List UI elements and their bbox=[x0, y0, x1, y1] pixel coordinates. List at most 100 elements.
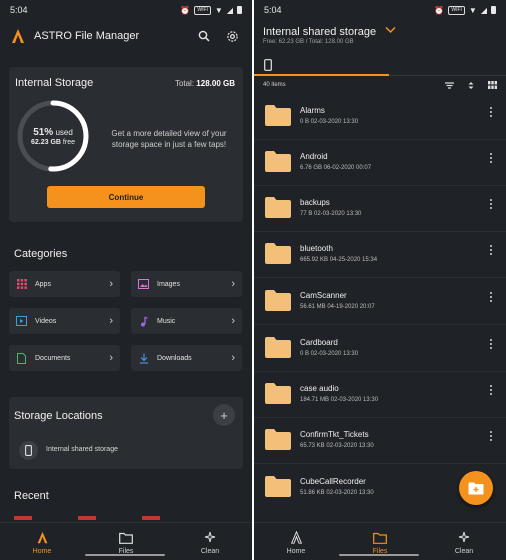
file-row[interactable]: bluetooth 665.92 KB 04-25-2020 15:34 bbox=[254, 232, 506, 278]
file-name: Android bbox=[300, 152, 328, 161]
category-downloads[interactable]: Downloads › bbox=[131, 345, 242, 371]
astro-home-icon bbox=[36, 531, 49, 545]
alarm-icon: ⏰ bbox=[434, 5, 445, 15]
search-icon[interactable] bbox=[194, 26, 214, 46]
battery-icon bbox=[237, 6, 242, 14]
file-name: backups bbox=[300, 198, 330, 207]
free-space: 62.23 GB free bbox=[15, 139, 91, 146]
home-screen: 5:04 ⏰ WIFI ▼ ◢ ASTRO File Manager Inter… bbox=[0, 0, 252, 560]
recent-thumbnail[interactable] bbox=[14, 516, 32, 520]
download-icon bbox=[138, 353, 149, 364]
sparkle-icon bbox=[204, 531, 217, 545]
category-label: Downloads bbox=[157, 354, 192, 362]
video-icon bbox=[16, 316, 27, 327]
nav-clean-label: Clean bbox=[454, 547, 474, 555]
image-icon bbox=[138, 279, 149, 290]
file-meta: 65.73 KB 02-03-2020 13:30 bbox=[300, 443, 374, 449]
category-apps[interactable]: Apps › bbox=[9, 271, 120, 297]
chevron-right-icon: › bbox=[231, 314, 235, 327]
recent-thumbnail[interactable] bbox=[78, 516, 96, 520]
more-options-icon[interactable] bbox=[488, 385, 494, 395]
files-screen: 5:04 ⏰ WIFI ▼ ◢ Internal shared storage … bbox=[254, 0, 506, 560]
storage-total: Total: 128.00 GB bbox=[175, 79, 235, 88]
nav-clean[interactable]: Clean bbox=[422, 523, 506, 560]
sort-icon[interactable] bbox=[468, 81, 474, 90]
gesture-bar bbox=[339, 554, 419, 556]
wifi-badge: WIFI bbox=[448, 5, 465, 15]
category-label: Music bbox=[157, 317, 176, 325]
file-row[interactable]: CamScanner 56.61 MB 04-19-2020 20:07 bbox=[254, 279, 506, 325]
more-options-icon[interactable] bbox=[488, 107, 494, 117]
more-options-icon[interactable] bbox=[488, 153, 494, 163]
file-meta: 77 B 02-03-2020 13:30 bbox=[300, 211, 362, 217]
file-row[interactable]: ConfirmTkt_Tickets 65.73 KB 02-03-2020 1… bbox=[254, 418, 506, 464]
more-options-icon[interactable] bbox=[488, 292, 494, 302]
file-meta: 665.92 KB 04-25-2020 15:34 bbox=[300, 257, 378, 263]
gesture-bar bbox=[85, 554, 165, 556]
chevron-right-icon: › bbox=[109, 351, 113, 364]
status-bar: 5:04 ⏰ WIFI ▼ ◢ bbox=[254, 0, 506, 20]
filter-icon[interactable] bbox=[445, 81, 454, 89]
folder-icon bbox=[265, 105, 291, 126]
chevron-right-icon: › bbox=[231, 277, 235, 290]
storage-locations-title: Storage Locations bbox=[14, 410, 103, 422]
category-videos[interactable]: Videos › bbox=[9, 308, 120, 334]
internal-storage-card: Internal Storage Total: 128.00 GB 51% us… bbox=[9, 67, 243, 222]
nav-clean[interactable]: Clean bbox=[168, 523, 252, 560]
item-count: 40 items bbox=[263, 82, 286, 88]
astro-logo bbox=[12, 29, 24, 43]
grid-view-icon[interactable] bbox=[488, 81, 497, 89]
sparkle-icon bbox=[458, 531, 471, 545]
continue-button[interactable]: Continue bbox=[47, 186, 205, 208]
file-meta: 6.76 GB 06-02-2020 00:07 bbox=[300, 165, 372, 171]
alarm-icon: ⏰ bbox=[180, 5, 191, 15]
file-name: case audio bbox=[300, 384, 339, 393]
more-options-icon[interactable] bbox=[488, 339, 494, 349]
gear-icon[interactable] bbox=[222, 26, 242, 46]
file-name: CamScanner bbox=[300, 291, 347, 300]
file-row[interactable]: Cardboard 0 B 02-03-2020 13:30 bbox=[254, 326, 506, 372]
file-row[interactable]: case audio 184.71 MB 02-03-2020 13:30 bbox=[254, 372, 506, 418]
category-images[interactable]: Images › bbox=[131, 271, 242, 297]
file-name: Cardboard bbox=[300, 338, 338, 347]
storage-tabs bbox=[254, 54, 506, 76]
recent-thumbnail[interactable] bbox=[142, 516, 160, 520]
nav-home[interactable]: Home bbox=[254, 523, 338, 560]
more-options-icon[interactable] bbox=[488, 431, 494, 441]
file-row[interactable]: backups 77 B 02-03-2020 13:30 bbox=[254, 186, 506, 232]
nav-home-label: Home bbox=[32, 547, 52, 555]
file-name: CubeCallRecorder bbox=[300, 477, 366, 486]
category-label: Documents bbox=[35, 354, 71, 362]
chevron-right-icon: › bbox=[109, 277, 113, 290]
location-internal-storage[interactable]: Internal shared storage bbox=[46, 446, 118, 453]
new-folder-icon bbox=[468, 482, 484, 494]
status-time: 5:04 bbox=[264, 5, 282, 15]
storage-promo-text: Get a more detailed view of your storage… bbox=[111, 129, 227, 149]
apps-grid-icon bbox=[16, 279, 27, 290]
file-meta: 184.71 MB 02-03-2020 13:30 bbox=[300, 397, 379, 403]
add-location-button[interactable]: + bbox=[213, 404, 235, 426]
file-meta: 51.86 KB 02-03-2020 13:30 bbox=[300, 490, 374, 496]
category-documents[interactable]: Documents › bbox=[9, 345, 120, 371]
more-options-icon[interactable] bbox=[488, 199, 494, 209]
phone-icon[interactable] bbox=[19, 441, 38, 460]
chevron-down-icon[interactable] bbox=[385, 26, 396, 37]
free-label: free bbox=[62, 139, 75, 146]
folder-icon bbox=[373, 531, 387, 545]
new-folder-button[interactable] bbox=[459, 471, 493, 505]
file-row[interactable]: Alarms 0 B 02-03-2020 13:30 bbox=[254, 94, 506, 140]
category-music[interactable]: Music › bbox=[131, 308, 242, 334]
category-label: Apps bbox=[35, 280, 51, 288]
storage-summary: Free: 62.23 GB / Total: 128.00 GB bbox=[263, 39, 354, 45]
storage-title: Internal Storage bbox=[15, 77, 94, 89]
status-time: 5:04 bbox=[10, 5, 28, 15]
signal-icon: ◢ bbox=[226, 5, 233, 15]
nav-home[interactable]: Home bbox=[0, 523, 84, 560]
storage-header[interactable]: Internal shared storage Free: 62.23 GB /… bbox=[254, 22, 506, 52]
more-options-icon[interactable] bbox=[488, 245, 494, 255]
file-row[interactable]: Android 6.76 GB 06-02-2020 00:07 bbox=[254, 140, 506, 186]
signal-icon: ◢ bbox=[480, 5, 487, 15]
chevron-right-icon: › bbox=[231, 351, 235, 364]
nav-home-label: Home bbox=[286, 547, 306, 555]
folder-icon bbox=[265, 476, 291, 497]
